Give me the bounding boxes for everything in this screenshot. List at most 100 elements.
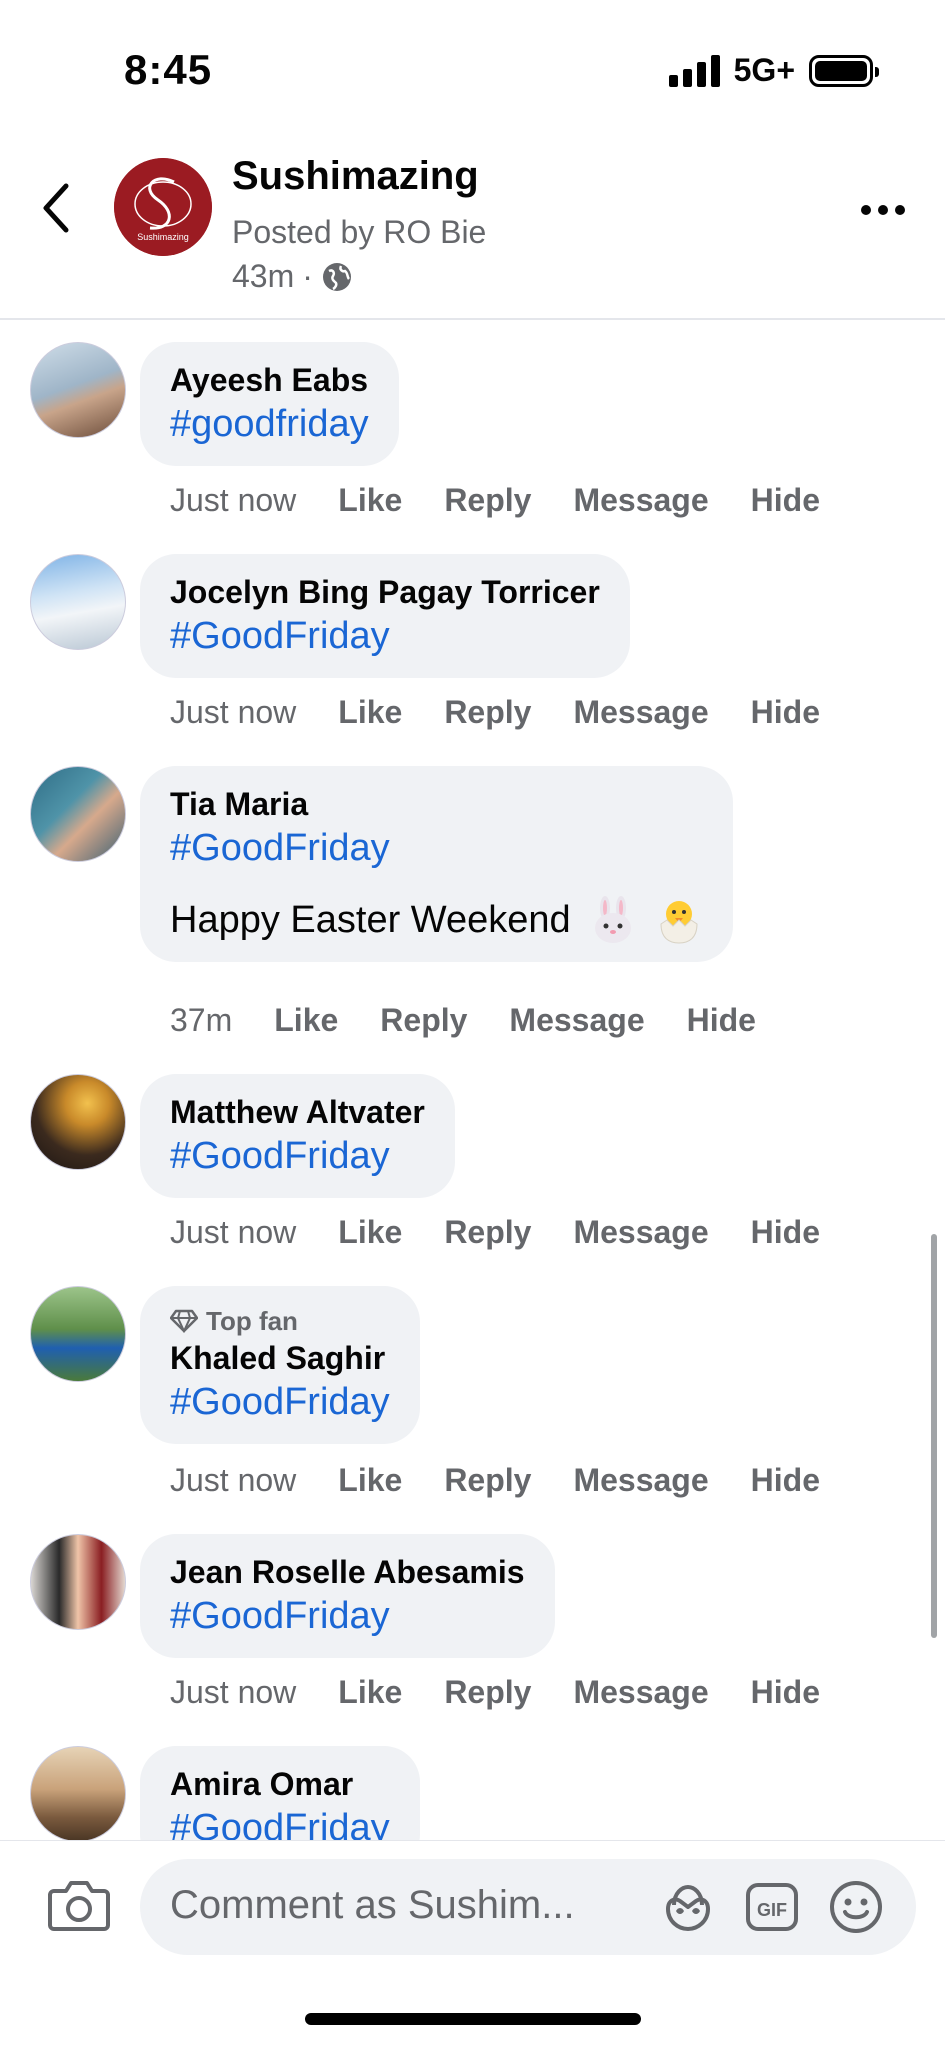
camera-button[interactable]: [48, 1877, 110, 1933]
comment-bubble: Ayeesh Eabs #goodfriday: [140, 342, 399, 466]
home-indicator[interactable]: [305, 2013, 641, 2025]
meta-separator: ·: [302, 258, 313, 294]
hide-button[interactable]: Hide: [751, 1214, 820, 1251]
comment-time: Just now: [170, 482, 297, 518]
status-time: 8:45: [124, 46, 213, 93]
comment-author[interactable]: Amira Omar: [170, 1764, 390, 1804]
comment-body: Happy Easter Weekend: [170, 899, 571, 941]
comment-actions: Just now Like Reply Message Hide: [170, 1674, 820, 1711]
message-button[interactable]: Message: [573, 1214, 708, 1251]
comment-hashtag[interactable]: #GoodFriday: [170, 1804, 390, 1840]
comment-author[interactable]: Matthew Altvater: [170, 1092, 425, 1132]
like-button[interactable]: Like: [338, 1214, 402, 1251]
hide-button[interactable]: Hide: [751, 1674, 820, 1711]
avatar[interactable]: [30, 554, 126, 650]
logo-text: Sushimazing: [137, 232, 189, 242]
comment-time: Just now: [170, 694, 297, 730]
camera-icon: [48, 1881, 110, 1931]
comment-time: Just now: [170, 1214, 297, 1250]
post-meta: 43m ·: [232, 258, 353, 295]
gif-label: GIF: [757, 1900, 787, 1920]
top-fan-label: Top fan: [206, 1306, 298, 1336]
comment-bubble: Top fan Khaled Saghir #GoodFriday: [140, 1286, 420, 1444]
page-name[interactable]: Sushimazing: [232, 154, 479, 199]
comment-bubble: Jocelyn Bing Pagay Torricer #GoodFriday: [140, 554, 630, 678]
avatar[interactable]: [30, 342, 126, 438]
back-button[interactable]: [36, 178, 80, 238]
message-button[interactable]: Message: [509, 1002, 644, 1039]
emoji-icon[interactable]: [828, 1879, 884, 1935]
message-button[interactable]: Message: [573, 694, 708, 731]
more-icon[interactable]: [861, 200, 911, 220]
back-arrow-icon: [43, 183, 69, 233]
comment-actions: Just now Like Reply Message Hide: [170, 694, 820, 731]
hide-button[interactable]: Hide: [751, 694, 820, 731]
reply-button[interactable]: Reply: [444, 1674, 531, 1711]
page-logo[interactable]: Sushimazing: [114, 158, 212, 256]
comment-author[interactable]: Jocelyn Bing Pagay Torricer: [170, 572, 600, 612]
status-indicators: 5G+: [668, 52, 879, 89]
comment-time: 37m: [170, 1002, 233, 1038]
comment-author[interactable]: Ayeesh Eabs: [170, 360, 369, 400]
network-type: 5G+: [733, 52, 795, 88]
avatar[interactable]: [30, 766, 126, 862]
sushimazing-logo-icon: Sushimazing: [114, 158, 212, 256]
like-button[interactable]: Like: [274, 1002, 338, 1039]
comment-hashtag[interactable]: #GoodFriday: [170, 612, 600, 660]
comment-input[interactable]: Comment as Sushim... GIF: [140, 1859, 916, 1955]
comment-time: Just now: [170, 1462, 297, 1498]
bunny-emoji-icon: [594, 896, 631, 943]
gif-icon[interactable]: GIF: [744, 1879, 800, 1935]
post-header: Sushimazing Sushimazing Posted by RO Bie…: [0, 130, 945, 320]
reply-button[interactable]: Reply: [444, 482, 531, 519]
hide-button[interactable]: Hide: [751, 1462, 820, 1499]
hide-button[interactable]: Hide: [751, 482, 820, 519]
avatar[interactable]: [30, 1534, 126, 1630]
comment-hashtag[interactable]: #GoodFriday: [170, 1592, 525, 1640]
comment-author[interactable]: Jean Roselle Abesamis: [170, 1552, 525, 1592]
reply-button[interactable]: Reply: [444, 1462, 531, 1499]
comment-author[interactable]: Tia Maria: [170, 784, 703, 824]
comment-actions: Just now Like Reply Message Hide: [170, 482, 820, 519]
comment-bubble: Matthew Altvater #GoodFriday: [140, 1074, 455, 1198]
like-button[interactable]: Like: [338, 482, 402, 519]
status-bar: 8:45 5G+: [0, 0, 945, 130]
avatar-sticker-icon[interactable]: [660, 1879, 716, 1935]
comment-text: Happy Easter Weekend: [170, 896, 703, 944]
hide-button[interactable]: Hide: [687, 1002, 756, 1039]
avatar[interactable]: [30, 1746, 126, 1840]
comment-bubble: Jean Roselle Abesamis #GoodFriday: [140, 1534, 555, 1658]
post-time: 43m: [232, 258, 295, 294]
reply-button[interactable]: Reply: [380, 1002, 467, 1039]
comment-hashtag[interactable]: #GoodFriday: [170, 1378, 390, 1426]
globe-icon: [322, 262, 351, 291]
message-button[interactable]: Message: [573, 1462, 708, 1499]
avatar[interactable]: [30, 1286, 126, 1382]
reply-button[interactable]: Reply: [444, 694, 531, 731]
comment-actions: Just now Like Reply Message Hide: [170, 1462, 820, 1499]
comment-bubble: Amira Omar #GoodFriday: [140, 1746, 420, 1840]
comment-hashtag[interactable]: #GoodFriday: [170, 1132, 425, 1180]
comment-hashtag[interactable]: #GoodFriday: [170, 824, 703, 872]
like-button[interactable]: Like: [338, 1462, 402, 1499]
chick-emoji-icon: [660, 901, 698, 944]
reply-button[interactable]: Reply: [444, 1214, 531, 1251]
posted-by: Posted by RO Bie: [232, 214, 487, 250]
diamond-icon: [170, 1309, 198, 1333]
scrollbar[interactable]: [931, 1234, 937, 1638]
signal-icon: [668, 54, 720, 87]
comment-time: Just now: [170, 1674, 297, 1710]
comment-actions: Just now Like Reply Message Hide: [170, 1214, 820, 1251]
like-button[interactable]: Like: [338, 694, 402, 731]
comment-hashtag[interactable]: #goodfriday: [170, 400, 369, 448]
battery-icon: [809, 54, 879, 87]
comment-bubble: Tia Maria #GoodFriday Happy Easter Weeke…: [140, 766, 733, 962]
like-button[interactable]: Like: [338, 1674, 402, 1711]
comment-author[interactable]: Khaled Saghir: [170, 1338, 390, 1378]
message-button[interactable]: Message: [573, 482, 708, 519]
comment-placeholder: Comment as Sushim...: [170, 1883, 575, 1927]
top-fan-badge: Top fan: [170, 1304, 390, 1338]
comment-actions: 37m Like Reply Message Hide: [170, 1002, 756, 1039]
message-button[interactable]: Message: [573, 1674, 708, 1711]
avatar[interactable]: [30, 1074, 126, 1170]
